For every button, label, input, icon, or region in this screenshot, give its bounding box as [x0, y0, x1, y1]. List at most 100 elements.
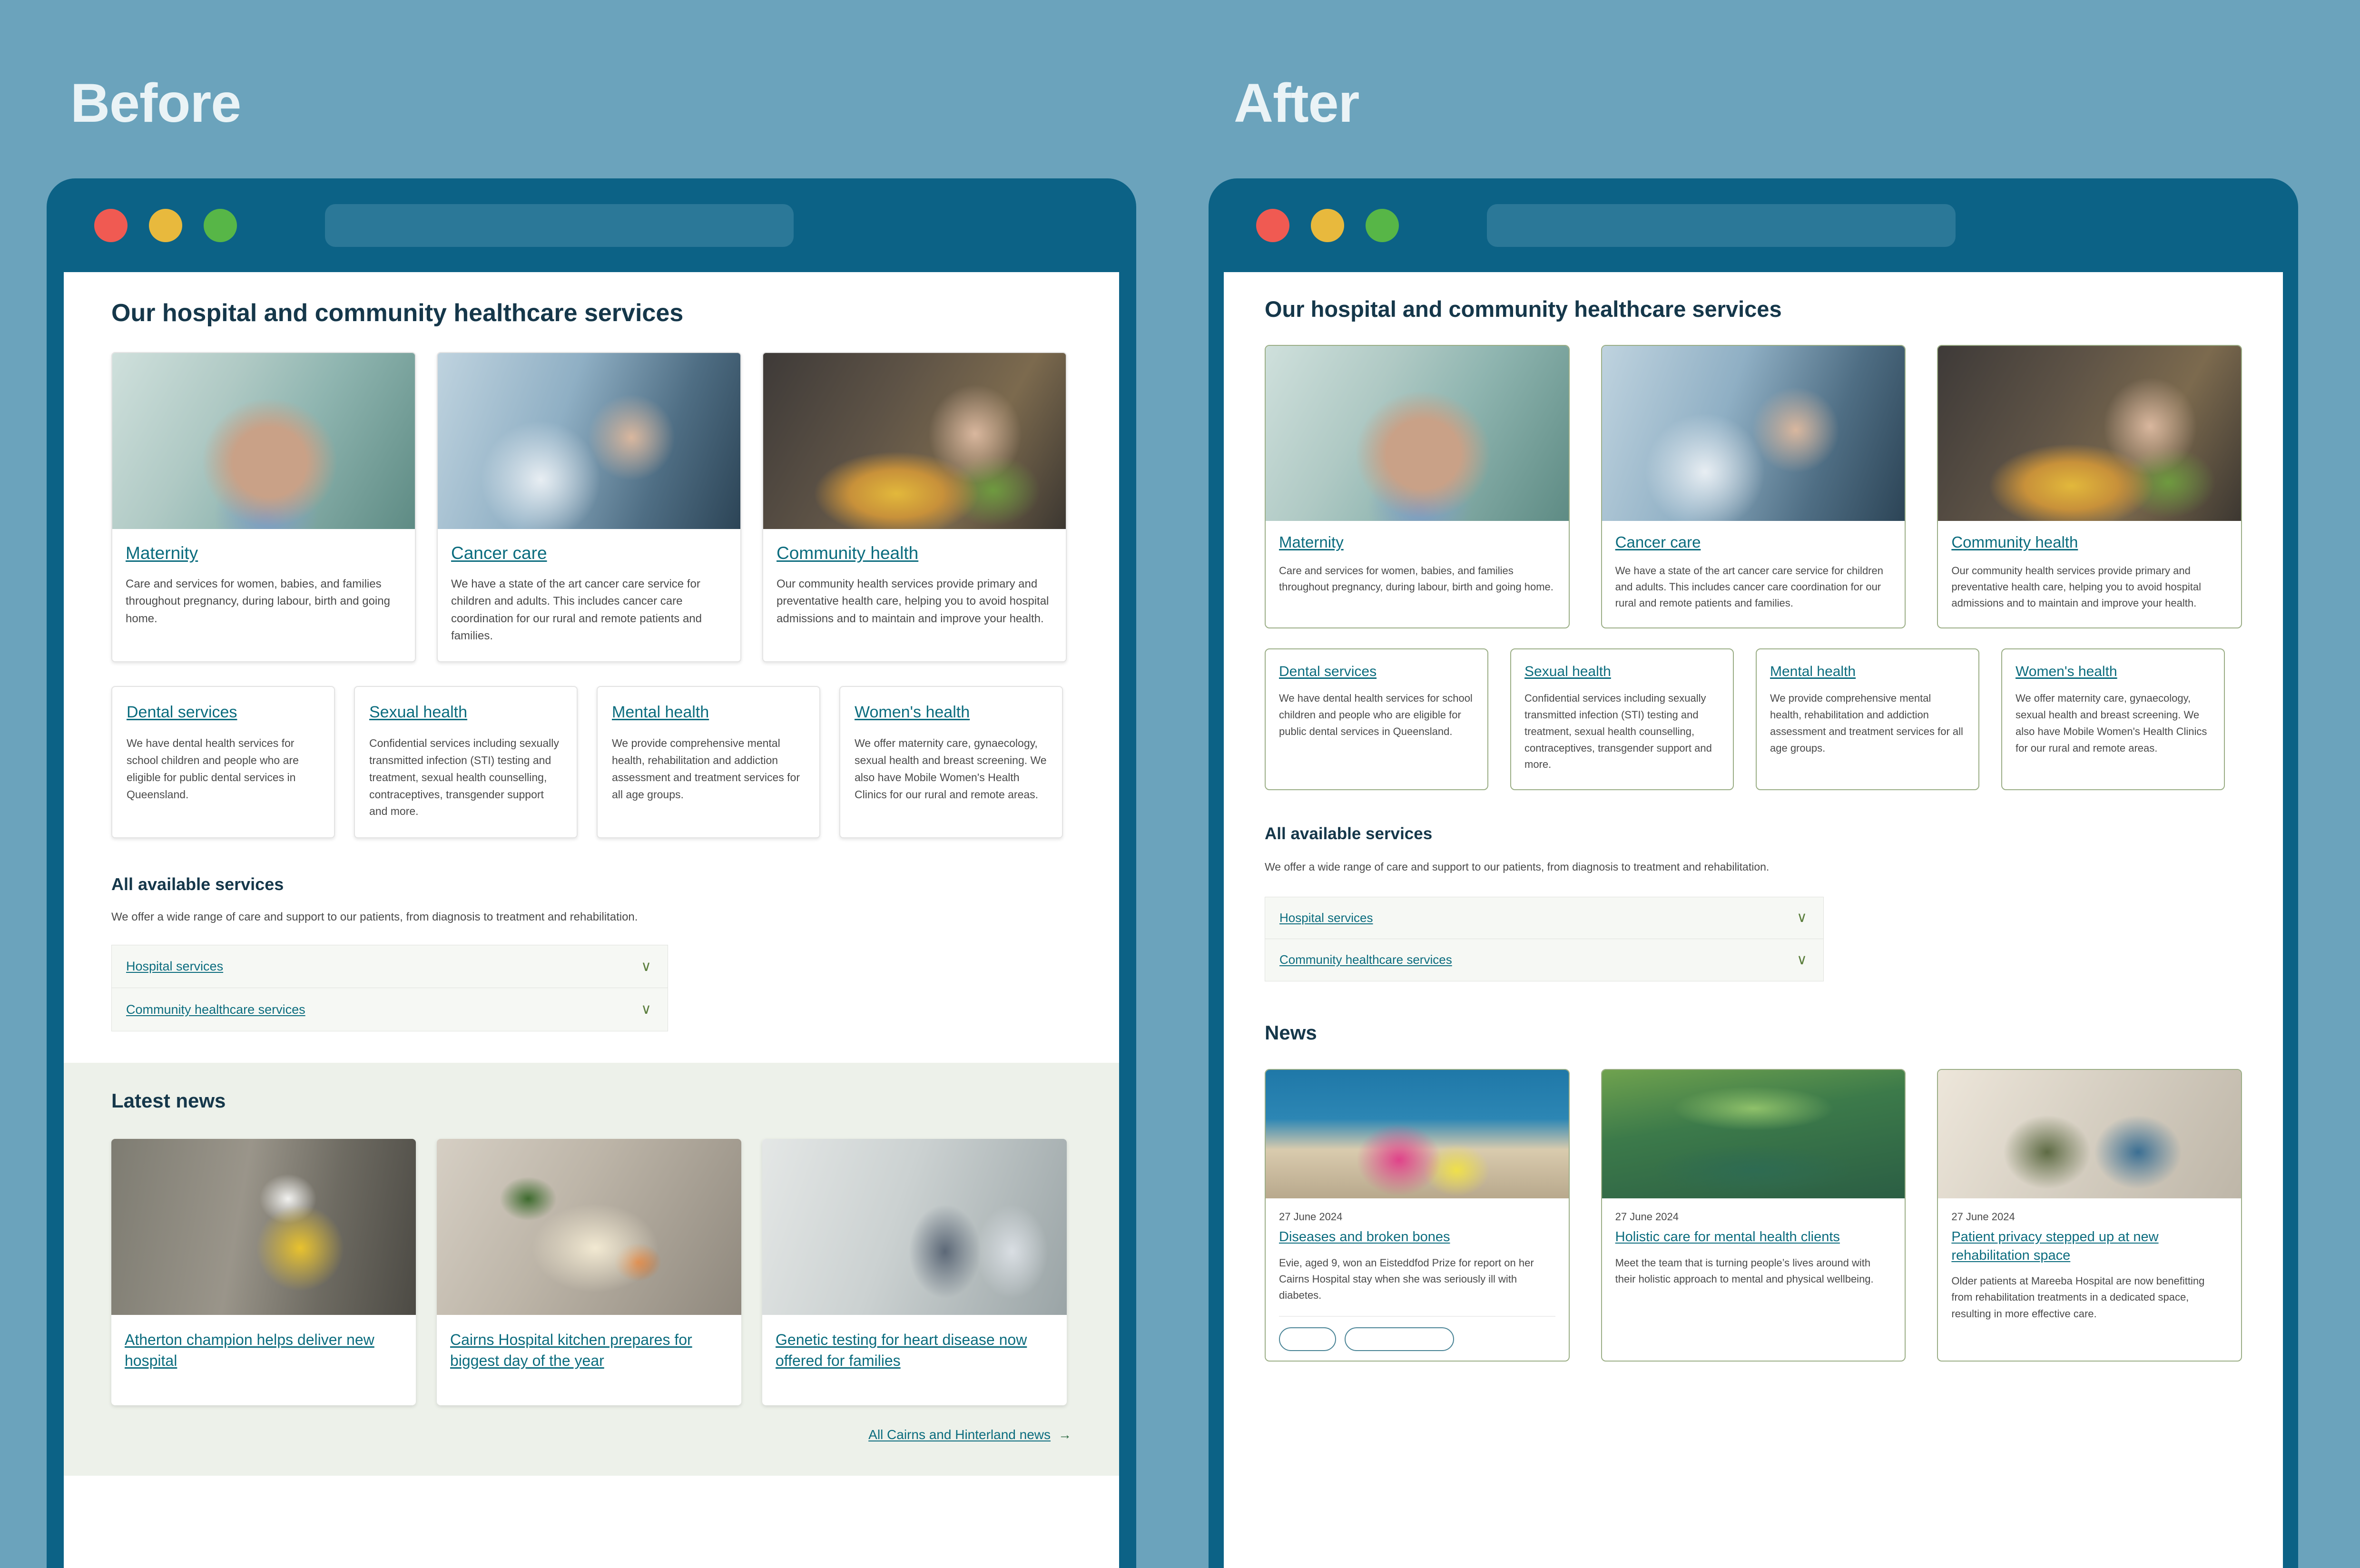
mini-card-title-link[interactable]: Dental services — [1279, 664, 1377, 680]
mini-card[interactable]: Women's health We offer maternity care, … — [839, 686, 1063, 839]
accordion-item-hospital-services[interactable]: Hospital services ∨ — [1265, 897, 1823, 939]
before-panel-label: Before — [70, 73, 241, 134]
all-services-heading: All available services — [111, 874, 284, 894]
mini-card-row: Dental services We have dental health se… — [1265, 648, 2242, 791]
news-card[interactable]: Genetic testing for heart disease now of… — [762, 1139, 1067, 1406]
arrow-right-icon[interactable]: → — [1058, 1427, 1072, 1442]
mini-card[interactable]: Mental health We provide comprehensive m… — [597, 686, 820, 839]
mini-card-description: We have dental health services for schoo… — [1279, 692, 1473, 737]
service-card-title-link[interactable]: Cancer care — [451, 543, 547, 563]
news-card-title-link[interactable]: Atherton champion helps deliver new hosp… — [125, 1331, 374, 1369]
mini-card-title-link[interactable]: Sexual health — [369, 703, 467, 722]
news-card-title-link[interactable]: Cairns Hospital kitchen prepares for big… — [450, 1331, 692, 1369]
service-card-row: Maternity Care and services for women, b… — [1265, 345, 2242, 629]
service-card-description: Our community health services provide pr… — [777, 578, 1049, 625]
service-card-image — [763, 353, 1066, 529]
service-card[interactable]: Maternity Care and services for women, b… — [1265, 345, 1570, 629]
service-card[interactable]: Cancer care We have a state of the art c… — [437, 352, 741, 662]
page-title: Our hospital and community healthcare se… — [111, 299, 684, 327]
news-card-tag[interactable] — [1345, 1327, 1454, 1351]
service-card[interactable]: Cancer care We have a state of the art c… — [1601, 345, 1906, 629]
chevron-down-icon[interactable]: ∨ — [1797, 911, 1807, 925]
accordion-label[interactable]: Community healthcare services — [126, 1002, 305, 1017]
service-card-title-link[interactable]: Cancer care — [1615, 533, 1701, 551]
service-card-description: Our community health services provide pr… — [1951, 565, 2202, 609]
service-card-description: Care and services for women, babies, and… — [126, 578, 390, 625]
mini-card-title-link[interactable]: Mental health — [612, 703, 709, 722]
mini-card-title-link[interactable]: Women's health — [2016, 664, 2117, 680]
news-card[interactable]: Atherton champion helps deliver new hosp… — [111, 1139, 416, 1406]
chevron-down-icon[interactable]: ∨ — [641, 959, 651, 974]
news-card-tag[interactable] — [1279, 1327, 1336, 1351]
accordion-label[interactable]: Hospital services — [1279, 911, 1373, 925]
mini-card[interactable]: Women's health We offer maternity care, … — [2001, 648, 2225, 791]
maximize-icon[interactable] — [204, 208, 237, 242]
news-card-description: Older patients at Mareeba Hospital are n… — [1951, 1275, 2205, 1320]
news-card-title-link[interactable]: Diseases and broken bones — [1279, 1229, 1450, 1245]
accordion-item-community-healthcare-services[interactable]: Community healthcare services ∨ — [1265, 939, 1823, 981]
accordion-label[interactable]: Community healthcare services — [1279, 952, 1452, 967]
maximize-icon[interactable] — [1366, 208, 1399, 242]
mini-card[interactable]: Sexual health Confidential services incl… — [354, 686, 578, 839]
service-card[interactable]: Community health Our community health se… — [1937, 345, 2242, 629]
news-card-tag-row — [1279, 1327, 1555, 1351]
mini-card-description: We offer maternity care, gynaecology, se… — [2016, 692, 2207, 754]
news-heading: News — [1265, 1021, 1317, 1044]
address-bar[interactable] — [325, 204, 794, 247]
latest-news-section: Latest news Atherton champion helps deli… — [64, 1063, 1119, 1476]
address-bar[interactable] — [1487, 204, 1956, 247]
all-available-services-section: All available services We offer a wide r… — [111, 874, 1072, 1032]
accordion-item-hospital-services[interactable]: Hospital services ∨ — [112, 945, 668, 989]
news-card-image — [762, 1139, 1067, 1315]
chevron-down-icon[interactable]: ∨ — [1797, 952, 1807, 967]
service-card-title-link[interactable]: Community health — [1951, 533, 2078, 551]
close-icon[interactable] — [94, 208, 128, 242]
mini-card-title-link[interactable]: Dental services — [127, 703, 237, 722]
service-card-title-link[interactable]: Maternity — [126, 543, 198, 563]
news-card-image — [1266, 1069, 1569, 1198]
news-card-title-link[interactable]: Genetic testing for heart disease now of… — [776, 1331, 1027, 1369]
service-card-title-link[interactable]: Maternity — [1279, 533, 1344, 551]
all-available-services-section: All available services We offer a wide r… — [1265, 824, 2242, 981]
close-icon[interactable] — [1256, 208, 1289, 242]
service-card[interactable]: Maternity Care and services for women, b… — [111, 352, 416, 662]
mini-card[interactable]: Dental services We have dental health se… — [111, 686, 335, 839]
card-divider — [1279, 1315, 1555, 1317]
news-heading: Latest news — [111, 1089, 226, 1112]
news-section: News 27 June 2024 Diseases and broken bo… — [1265, 1021, 2242, 1362]
after-panel-label: After — [1234, 73, 1359, 134]
accordion-label[interactable]: Hospital services — [126, 959, 223, 974]
minimize-icon[interactable] — [1311, 208, 1344, 242]
news-card-image — [1938, 1069, 2242, 1198]
news-card-title-link[interactable]: Patient privacy stepped up at new rehabi… — [1951, 1229, 2158, 1263]
news-card-row: Atherton champion helps deliver new hosp… — [111, 1139, 1072, 1406]
all-news-link[interactable]: All Cairns and Hinterland news — [868, 1427, 1051, 1442]
mini-card-title-link[interactable]: Sexual health — [1524, 664, 1611, 680]
services-accordion: Hospital services ∨ Community healthcare… — [1265, 896, 1824, 981]
news-card-image — [1602, 1069, 1905, 1198]
mini-card-description: Confidential services including sexually… — [1524, 692, 1712, 771]
news-card-date: 27 June 2024 — [1615, 1210, 1679, 1223]
mini-card[interactable]: Mental health We provide comprehensive m… — [1756, 648, 1979, 791]
service-card-image — [112, 353, 415, 529]
all-services-lede: We offer a wide range of care and suppor… — [1265, 861, 1770, 873]
mini-card[interactable]: Sexual health Confidential services incl… — [1510, 648, 1734, 791]
mini-card[interactable]: Dental services We have dental health se… — [1265, 648, 1488, 791]
news-card-image — [437, 1139, 741, 1315]
browser-chrome-before — [47, 178, 1136, 272]
news-card[interactable]: 27 June 2024 Patient privacy stepped up … — [1937, 1068, 2242, 1362]
mini-card-title-link[interactable]: Mental health — [1770, 664, 1856, 680]
news-card[interactable]: Cairns Hospital kitchen prepares for big… — [437, 1139, 741, 1406]
news-card-title-link[interactable]: Holistic care for mental health clients — [1615, 1229, 1840, 1245]
mini-card-title-link[interactable]: Women's health — [855, 703, 970, 722]
news-card-image — [111, 1139, 416, 1315]
news-card[interactable]: 27 June 2024 Diseases and broken bones E… — [1265, 1068, 1570, 1362]
service-card-title-link[interactable]: Community health — [777, 543, 918, 563]
news-card[interactable]: 27 June 2024 Holistic care for mental he… — [1601, 1068, 1906, 1362]
service-card-image — [1602, 346, 1905, 521]
service-card[interactable]: Community health Our community health se… — [762, 352, 1067, 662]
accordion-item-community-healthcare-services[interactable]: Community healthcare services ∨ — [112, 988, 668, 1031]
minimize-icon[interactable] — [149, 208, 182, 242]
browser-window-before: Our hospital and community healthcare se… — [47, 178, 1136, 1568]
chevron-down-icon[interactable]: ∨ — [641, 1002, 651, 1017]
